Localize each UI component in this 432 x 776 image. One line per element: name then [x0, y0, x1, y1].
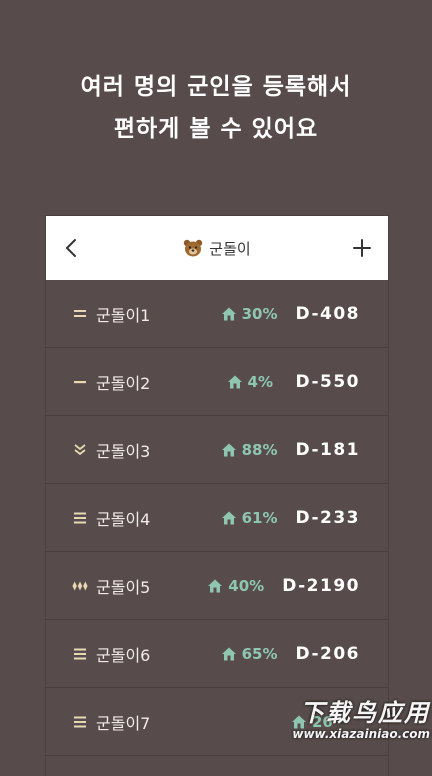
rank-chevron-icon — [72, 442, 88, 458]
dday-count: D-408 — [295, 304, 360, 324]
watermark-logo: 下载鸟应用 www.xiazainiao.com — [258, 700, 430, 748]
plus-icon — [353, 239, 371, 257]
chevron-left-icon — [66, 239, 76, 257]
soldier-name: 군돌이2 — [96, 373, 151, 393]
rank-three-bars-icon — [72, 646, 88, 662]
service-progress: 30% — [241, 305, 278, 323]
app-title-group: 군돌이 — [183, 238, 251, 259]
soldier-row[interactable]: 군돌이2 4% D-550 — [46, 348, 388, 416]
house-icon — [208, 579, 223, 593]
service-progress: 88% — [241, 441, 278, 459]
house-icon — [227, 375, 242, 389]
house-icon — [221, 307, 236, 321]
soldier-name: 군돌이5 — [96, 577, 151, 597]
rank-diamonds-icon — [72, 578, 88, 594]
headline-line-2: 편하게 볼 수 있어요 — [113, 116, 319, 142]
house-icon — [221, 443, 236, 457]
watermark-url: www.xiazainiao.com — [292, 727, 430, 741]
back-button[interactable] — [60, 236, 84, 260]
bear-face-icon — [184, 239, 203, 257]
add-soldier-button[interactable] — [350, 236, 374, 260]
soldier-name: 군돌이4 — [96, 509, 151, 529]
app-bar: 군돌이 — [46, 216, 388, 280]
soldier-row[interactable]: 군돌이1 30% D-408 — [46, 280, 388, 348]
dday-count: D-206 — [295, 644, 360, 664]
watermark-title: 下载鸟应用 — [300, 699, 430, 727]
soldier-name: 군돌이6 — [96, 645, 151, 665]
soldier-stats: 61% D-233 — [221, 484, 360, 552]
soldier-name: 군돌이7 — [96, 713, 151, 733]
soldier-row[interactable]: 군돌이5 40% D-2190 — [46, 552, 388, 620]
headline-line-1: 여러 명의 군인을 등록해서 — [80, 74, 352, 100]
dday-count: D-550 — [295, 372, 360, 392]
soldier-row[interactable]: 군돌이3 88% D-181 — [46, 416, 388, 484]
service-progress: 61% — [241, 509, 278, 527]
house-icon — [221, 511, 236, 525]
soldier-name: 군돌이3 — [96, 441, 151, 461]
rank-one-bar-icon — [72, 374, 88, 390]
soldier-stats: 4% D-550 — [227, 348, 360, 416]
soldier-stats: 65% D-206 — [221, 620, 360, 688]
dday-count: D-181 — [295, 440, 360, 460]
app-title: 군돌이 — [209, 239, 251, 258]
rank-three-bars-icon — [72, 510, 88, 526]
soldier-stats: 30% D-408 — [221, 280, 360, 348]
rank-three-bars-icon — [72, 714, 88, 730]
soldier-name: 군돌이1 — [96, 305, 151, 325]
soldier-row[interactable]: 군돌이6 65% D-206 — [46, 620, 388, 688]
soldier-row[interactable]: 군돌이4 61% D-233 — [46, 484, 388, 552]
dday-count: D-2190 — [282, 576, 360, 596]
service-progress: 4% — [247, 373, 273, 391]
house-icon — [221, 647, 236, 661]
soldier-list: 군돌이1 30% D-408 군돌이2 4% D-550 군돌이3 88% D-181 군돌이4 6… — [46, 280, 388, 756]
dday-count: D-233 — [295, 508, 360, 528]
service-progress: 65% — [241, 645, 278, 663]
phone-screen: 군돌이 군돌이1 30% D-408 군돌이2 4% D-550 군돌이3 88% D-181 군… — [46, 216, 388, 776]
soldier-stats: 88% D-181 — [221, 416, 360, 484]
promo-headline: 여러 명의 군인을 등록해서 편하게 볼 수 있어요 — [0, 66, 432, 150]
rank-two-bars-icon — [72, 306, 88, 322]
service-progress: 40% — [228, 577, 265, 595]
soldier-stats: 40% D-2190 — [207, 552, 360, 620]
